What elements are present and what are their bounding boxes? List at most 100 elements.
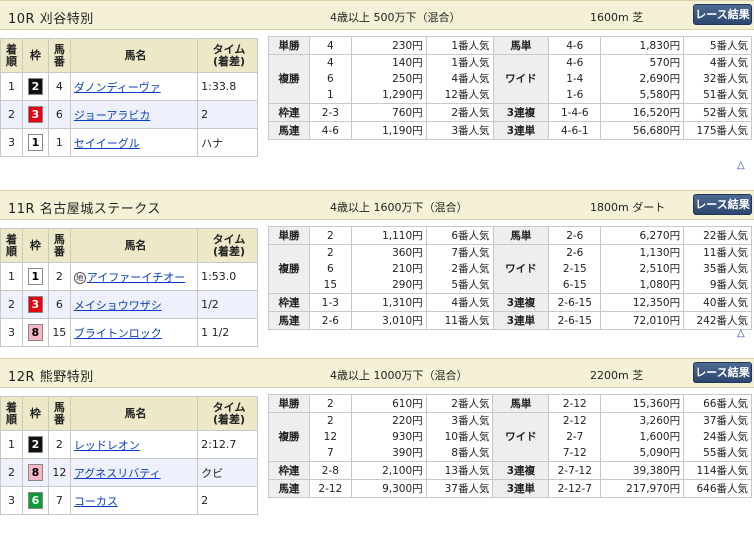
bet-label-win: 単勝 (268, 226, 310, 245)
horse-name-cell: 地アイファーイチオー (69, 262, 199, 291)
results-table: 着 順 枠 馬 番 馬名 タイム (着差) 1 2 4 ダノンディーヴァ 1:33.8 2… (0, 38, 258, 157)
horse-name-link[interactable]: アグネスリバティ (74, 467, 161, 480)
finish-time: ハナ (197, 128, 258, 157)
quinella-payout: 9,300円 (350, 479, 427, 498)
win-popularity: 6番人気 (425, 226, 494, 245)
finish-time: 1/2 (197, 290, 258, 319)
exacta-combo: 4-6 (548, 36, 602, 55)
horse-name-cell: メイショウワザシ (69, 290, 199, 319)
wide-popularity: 4番人気 32番人気 51番人気 (683, 54, 752, 104)
trifecta-combo: 2-12-7 (548, 479, 602, 498)
result-row: 1 2 2 レッドレオン 2:12.7 (0, 430, 258, 459)
trio-combo: 2-7-12 (548, 461, 602, 480)
horse-number: 6 (47, 290, 71, 319)
horse-number: 2 (47, 430, 71, 459)
back-to-top-icon[interactable]: △ (737, 328, 745, 339)
header-waku: 枠 (21, 228, 49, 263)
payout-row: 複勝 2 6 15 360円 210円 290円 7番人気 2番人気 5番人気 … (268, 244, 752, 294)
bracket-payout: 1,310円 (350, 293, 427, 312)
result-row: 1 1 2 地アイファーイチオー 1:53.0 (0, 262, 258, 291)
finish-rank: 1 (0, 72, 23, 101)
header-number: 馬 番 (47, 396, 71, 431)
results-header-row: 着 順 枠 馬 番 馬名 タイム (着差) (0, 38, 258, 73)
wide-combo: 4-6 1-4 1-6 (548, 54, 602, 104)
results-table: 着 順 枠 馬 番 馬名 タイム (着差) 1 1 2 地アイファーイチオー 1:53.… (0, 228, 258, 347)
finish-rank: 2 (0, 100, 23, 129)
place-popularity: 1番人気 4番人気 12番人気 (425, 54, 494, 104)
win-payout: 1,110円 (350, 226, 427, 245)
bracket-combo: 2-3 (308, 103, 352, 122)
horse-name-link[interactable]: メイショウワザシ (74, 299, 162, 312)
waku-cell: 8 (21, 458, 49, 487)
quinella-popularity: 11番人気 (425, 311, 494, 330)
trifecta-popularity: 242番人気 (683, 311, 752, 330)
win-payout: 230円 (350, 36, 427, 55)
race-header: 12R 熊野特別 4歳以上 1000万下（混合） 2200m 芝 レース結果 (0, 358, 754, 388)
waku-cell: 3 (21, 100, 49, 129)
finish-time: 2:12.7 (197, 430, 258, 459)
horse-name-cell: コーカス (69, 486, 199, 515)
bet-label-place: 複勝 (268, 412, 310, 462)
finish-time: 1:53.0 (197, 262, 258, 291)
waku-badge: 2 (27, 78, 43, 95)
bet-label-exacta: 馬単 (492, 36, 550, 55)
payout-row: 馬連 2-6 3,010円 11番人気 3連単 2-6-15 72,010円 2… (268, 311, 752, 330)
horse-name-link[interactable]: ジョーアラビカ (74, 109, 151, 122)
exacta-combo: 2-6 (548, 226, 602, 245)
finish-rank: 2 (0, 290, 23, 319)
waku-cell: 8 (21, 318, 49, 347)
bracket-payout: 2,100円 (350, 461, 427, 480)
bet-label-trifecta: 3連単 (492, 121, 550, 140)
waku-cell: 1 (21, 128, 49, 157)
win-combo: 4 (308, 36, 352, 55)
waku-cell: 3 (21, 290, 49, 319)
place-payout: 140円 250円 1,290円 (350, 54, 427, 104)
race-result-button[interactable]: レース結果 (693, 362, 752, 383)
race-result-button[interactable]: レース結果 (693, 4, 752, 25)
horse-name-link[interactable]: アイファーイチオー (87, 271, 185, 284)
race-header: 10R 刈谷特別 4歳以上 500万下（混合） 1600m 芝 レース結果 (0, 0, 754, 30)
horse-name-cell: セイイーグル (69, 128, 199, 157)
bet-label-place: 複勝 (268, 54, 310, 104)
horse-name-link[interactable]: セイイーグル (74, 137, 140, 150)
header-number: 馬 番 (47, 228, 71, 263)
horse-name-link[interactable]: ブライトンロック (74, 327, 162, 340)
payout-row: 枠連 2-3 760円 2番人気 3連複 1-4-6 16,520円 52番人気 (268, 103, 752, 122)
header-time: タイム (着差) (197, 396, 258, 431)
trio-popularity: 40番人気 (683, 293, 752, 312)
quinella-combo: 2-6 (308, 311, 352, 330)
bet-label-exacta: 馬単 (492, 226, 550, 245)
wide-combo: 2-6 2-15 6-15 (548, 244, 602, 294)
waku-cell: 2 (21, 72, 49, 101)
waku-cell: 1 (21, 262, 49, 291)
place-popularity: 7番人気 2番人気 5番人気 (425, 244, 494, 294)
exacta-combo: 2-12 (548, 394, 602, 413)
bracket-payout: 760円 (350, 103, 427, 122)
bet-label-trio: 3連複 (492, 461, 550, 480)
bet-label-wide: ワイド (492, 244, 550, 294)
payout-row: 枠連 2-8 2,100円 13番人気 3連複 2-7-12 39,380円 1… (268, 461, 752, 480)
waku-badge: 8 (27, 464, 43, 481)
bet-label-bracket: 枠連 (268, 103, 310, 122)
bracket-combo: 1-3 (308, 293, 352, 312)
race-title: 11R 名古屋城ステークス (8, 202, 161, 217)
quinella-combo: 4-6 (308, 121, 352, 140)
bet-label-trio: 3連複 (492, 293, 550, 312)
trio-popularity: 52番人気 (683, 103, 752, 122)
bet-label-trio: 3連複 (492, 103, 550, 122)
payout-row: 単勝 2 610円 2番人気 馬単 2-12 15,360円 66番人気 (268, 394, 752, 413)
trifecta-payout: 56,680円 (600, 121, 685, 140)
bet-label-wide: ワイド (492, 412, 550, 462)
bet-label-quinella: 馬連 (268, 311, 310, 330)
race-result-button[interactable]: レース結果 (693, 194, 752, 215)
header-rank: 着 順 (0, 228, 23, 263)
trio-payout: 12,350円 (600, 293, 685, 312)
horse-name-link[interactable]: ダノンディーヴァ (74, 81, 161, 94)
horse-name-link[interactable]: コーカス (74, 495, 118, 508)
waku-badge: 2 (27, 436, 43, 453)
horse-name-link[interactable]: レッドレオン (74, 439, 140, 452)
back-to-top-icon[interactable]: △ (737, 160, 745, 171)
quinella-payout: 3,010円 (350, 311, 427, 330)
trio-payout: 39,380円 (600, 461, 685, 480)
horse-number: 6 (47, 100, 71, 129)
